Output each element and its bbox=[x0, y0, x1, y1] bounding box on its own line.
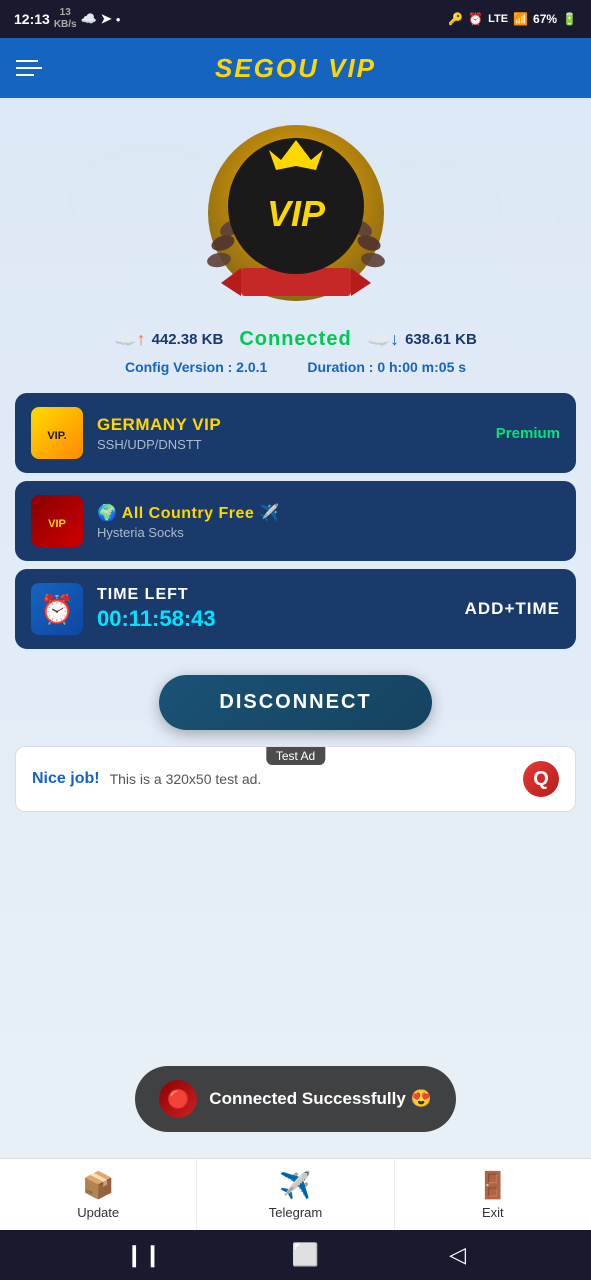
dot-icon: ● bbox=[116, 15, 121, 24]
update-label: Update bbox=[77, 1205, 119, 1220]
status-time: 12:13 bbox=[14, 11, 50, 27]
menu-line-1 bbox=[16, 60, 38, 62]
time-left-value: 00:11:58:43 bbox=[97, 606, 465, 632]
config-version: Config Version : 2.0.1 bbox=[125, 359, 267, 375]
home-button[interactable]: ⬜ bbox=[292, 1242, 319, 1268]
add-time-button[interactable]: ADD+TIME bbox=[465, 599, 560, 619]
ad-label: Test Ad bbox=[266, 747, 325, 765]
telegram-nav-item[interactable]: ✈️ Telegram bbox=[197, 1159, 394, 1230]
update-icon: 📦 bbox=[82, 1170, 114, 1201]
ad-logo: Q bbox=[533, 768, 549, 791]
main-content: ···· ····· ···· ···· ····· ···· ···· ···… bbox=[0, 98, 591, 1158]
status-bar: 12:13 13 KB/s ☁️ ➤ ● 🔑 ⏰ LTE 📶 67% 🔋 bbox=[0, 0, 591, 38]
duration: Duration : 0 h:00 m:05 s bbox=[307, 359, 466, 375]
svg-text:VIP.: VIP. bbox=[47, 430, 66, 442]
exit-nav-item[interactable]: 🚪 Exit bbox=[395, 1159, 591, 1230]
timer-emoji: ⏰ bbox=[40, 593, 75, 626]
disconnect-button[interactable]: DISCONNECT bbox=[159, 675, 431, 730]
svg-text:VIP: VIP bbox=[48, 518, 66, 530]
timer-icon: ⏰ bbox=[31, 583, 83, 635]
ad-nice-text: Nice job! bbox=[32, 770, 100, 788]
all-country-icon: VIP bbox=[31, 495, 83, 547]
toast-icon: 🔴 bbox=[159, 1080, 197, 1118]
all-country-title: 🌍 All Country Free ✈️ bbox=[97, 503, 560, 523]
exit-icon: 🚪 bbox=[477, 1170, 509, 1201]
battery-icon: 🔋 bbox=[562, 12, 577, 26]
time-left-info: TIME LEFT 00:11:58:43 bbox=[97, 586, 465, 632]
germany-vip-info: GERMANY VIP SSH/UDP/DNSTT bbox=[97, 415, 496, 452]
toast-notification: 🔴 Connected Successfully 😍 bbox=[135, 1066, 455, 1132]
germany-vip-badge: Premium bbox=[496, 425, 560, 442]
all-country-info: 🌍 All Country Free ✈️ Hysteria Socks bbox=[97, 503, 560, 540]
status-right: 🔑 ⏰ LTE 📶 67% 🔋 bbox=[448, 12, 577, 26]
app-title: SEGOU VIP bbox=[215, 53, 376, 84]
svg-text:VIP: VIP bbox=[266, 193, 325, 234]
system-navigation: ❙❙ ⬜ ◁ bbox=[0, 1230, 591, 1280]
all-country-card[interactable]: VIP 🌍 All Country Free ✈️ Hysteria Socks bbox=[15, 481, 576, 561]
toast-logo: 🔴 bbox=[167, 1089, 189, 1110]
vip-badge: VIP bbox=[201, 118, 391, 308]
menu-line-3 bbox=[16, 74, 34, 76]
germany-vip-subtitle: SSH/UDP/DNSTT bbox=[97, 437, 496, 452]
germany-vip-card[interactable]: VIP. GERMANY VIP SSH/UDP/DNSTT Premium bbox=[15, 393, 576, 473]
back-button[interactable]: ◁ bbox=[449, 1242, 466, 1268]
menu-button[interactable] bbox=[16, 60, 42, 76]
recent-apps-button[interactable]: ❙❙ bbox=[125, 1242, 162, 1268]
ad-description: This is a 320x50 test ad. bbox=[110, 771, 523, 787]
time-left-title: TIME LEFT bbox=[97, 586, 465, 604]
time-left-card[interactable]: ⏰ TIME LEFT 00:11:58:43 ADD+TIME bbox=[15, 569, 576, 649]
key-icon: 🔑 bbox=[448, 12, 463, 26]
location-icon: ➤ bbox=[101, 11, 112, 27]
signal-icon: 📶 bbox=[513, 12, 528, 26]
telegram-label: Telegram bbox=[269, 1205, 322, 1220]
germany-vip-icon: VIP. bbox=[31, 407, 83, 459]
config-row: Config Version : 2.0.1 Duration : 0 h:00… bbox=[125, 359, 466, 375]
toast-message: Connected Successfully 😍 bbox=[209, 1089, 431, 1109]
cloud-icon: ☁️ bbox=[81, 11, 97, 27]
lte-label: LTE bbox=[488, 13, 508, 25]
ad-banner: Test Ad Nice job! This is a 320x50 test … bbox=[15, 746, 576, 812]
vip-badge-container: VIP bbox=[201, 118, 391, 308]
status-kb: 13 KB/s bbox=[54, 7, 77, 31]
battery-label: 67% bbox=[533, 12, 557, 26]
all-country-subtitle: Hysteria Socks bbox=[97, 525, 560, 540]
status-left: 12:13 13 KB/s ☁️ ➤ ● bbox=[14, 7, 121, 31]
telegram-icon: ✈️ bbox=[279, 1170, 311, 1201]
menu-line-2 bbox=[16, 67, 42, 69]
bottom-navigation: 📦 Update ✈️ Telegram 🚪 Exit bbox=[0, 1158, 591, 1230]
app-header: SEGOU VIP bbox=[0, 38, 591, 98]
ad-icon: Q bbox=[523, 761, 559, 797]
exit-label: Exit bbox=[482, 1205, 504, 1220]
alarm-icon: ⏰ bbox=[468, 12, 483, 26]
update-nav-item[interactable]: 📦 Update bbox=[0, 1159, 197, 1230]
germany-vip-title: GERMANY VIP bbox=[97, 415, 496, 435]
